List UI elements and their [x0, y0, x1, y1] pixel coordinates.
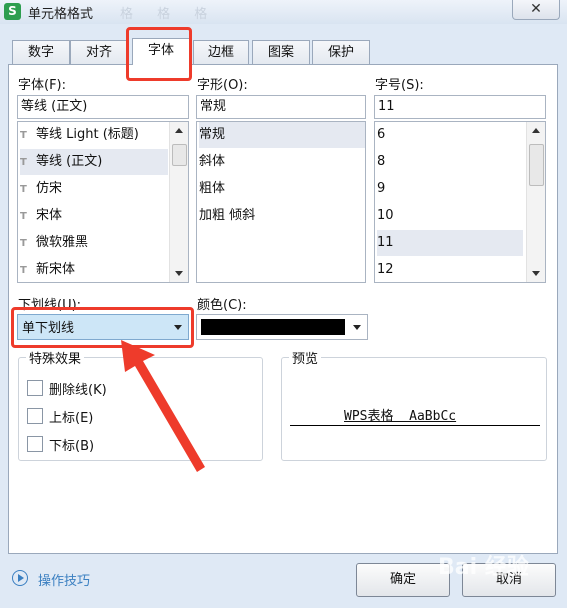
- list-item[interactable]: 9: [377, 176, 385, 202]
- list-item[interactable]: T 等线 (正文): [20, 149, 168, 175]
- preview-legend: 预览: [289, 348, 322, 367]
- size-label: 字号(S):: [375, 78, 424, 93]
- truetype-icon: T: [20, 211, 27, 222]
- size-list[interactable]: 6 8 9 10 11 12: [374, 121, 546, 283]
- strikethrough-label[interactable]: 删除线(K): [49, 379, 107, 398]
- tab-pattern[interactable]: 图案: [252, 40, 310, 64]
- tab-highlight-box: [126, 27, 192, 81]
- annotation-arrow: [121, 340, 205, 472]
- app-icon: S: [4, 3, 21, 20]
- tab-border[interactable]: 边框: [193, 40, 249, 64]
- preview-sample: WPS表格 AaBbCc: [344, 409, 457, 424]
- truetype-icon: T: [20, 265, 27, 276]
- arrow-shape: [121, 340, 205, 472]
- list-item[interactable]: 8: [377, 149, 385, 175]
- scroll-up-icon[interactable]: [532, 128, 540, 133]
- preview-baseline: [290, 425, 540, 426]
- color-select[interactable]: [196, 314, 368, 340]
- watermark: Bai 经验: [438, 555, 529, 580]
- scroll-up-icon[interactable]: [175, 128, 183, 133]
- truetype-icon: T: [20, 157, 27, 168]
- style-list[interactable]: 常规 斜体 粗体 加粗 倾斜: [196, 121, 366, 283]
- superscript-checkbox[interactable]: [27, 408, 43, 424]
- font-label: 字体(F):: [18, 78, 67, 93]
- list-item[interactable]: T 新宋体: [20, 257, 170, 282]
- size-input[interactable]: 11: [374, 95, 546, 119]
- title-ghost-text: 格 格 格: [120, 7, 218, 22]
- font-input[interactable]: 等线 (正文): [17, 95, 189, 119]
- tips-icon[interactable]: [12, 570, 28, 586]
- subscript-checkbox[interactable]: [27, 436, 43, 452]
- list-item[interactable]: 6: [377, 122, 385, 148]
- color-label: 颜色(C):: [197, 298, 247, 313]
- list-item[interactable]: 加粗 倾斜: [199, 203, 255, 229]
- font-list-scrollbar[interactable]: [169, 122, 188, 282]
- effects-legend: 特殊效果: [26, 348, 85, 367]
- tab-number[interactable]: 数字: [12, 40, 70, 64]
- scroll-thumb[interactable]: [529, 144, 544, 186]
- subscript-label[interactable]: 下标(B): [49, 435, 94, 454]
- truetype-icon: T: [20, 130, 27, 141]
- ok-button[interactable]: 确定: [356, 563, 450, 597]
- list-item[interactable]: 常规: [199, 122, 365, 148]
- play-icon: [18, 574, 24, 582]
- list-item[interactable]: 11: [377, 230, 523, 256]
- close-icon: ✕: [530, 1, 542, 17]
- font-list[interactable]: T 等线 Light (标题) T 等线 (正文) T 仿宋 T 宋体 T 微软雅黑 T新…: [17, 121, 189, 283]
- color-swatch: [201, 319, 345, 335]
- close-button[interactable]: ✕: [512, 0, 560, 20]
- list-item[interactable]: 粗体: [199, 176, 225, 202]
- tab-protection[interactable]: 保护: [312, 40, 370, 64]
- strikethrough-checkbox[interactable]: [27, 380, 43, 396]
- truetype-icon: T: [20, 184, 27, 195]
- size-list-scrollbar[interactable]: [526, 122, 545, 282]
- list-item[interactable]: T 仿宋: [20, 176, 170, 202]
- window-title: 单元格格式: [28, 7, 94, 22]
- list-item[interactable]: 12: [377, 257, 394, 282]
- chevron-down-icon: [353, 325, 361, 330]
- list-item[interactable]: 10: [377, 203, 394, 229]
- list-item[interactable]: 斜体: [199, 149, 225, 175]
- style-input[interactable]: 常规: [196, 95, 366, 119]
- style-label: 字形(O):: [197, 78, 248, 93]
- scroll-thumb[interactable]: [172, 144, 187, 166]
- tab-alignment[interactable]: 对齐: [70, 40, 128, 64]
- scroll-down-icon[interactable]: [175, 271, 183, 276]
- scroll-down-icon[interactable]: [532, 271, 540, 276]
- list-item[interactable]: T 等线 Light (标题): [20, 122, 170, 148]
- list-item[interactable]: T 微软雅黑: [20, 230, 170, 256]
- superscript-label[interactable]: 上标(E): [49, 407, 93, 426]
- list-item[interactable]: T 宋体: [20, 203, 170, 229]
- tips-link[interactable]: 操作技巧: [38, 570, 90, 589]
- truetype-icon: T: [20, 238, 27, 249]
